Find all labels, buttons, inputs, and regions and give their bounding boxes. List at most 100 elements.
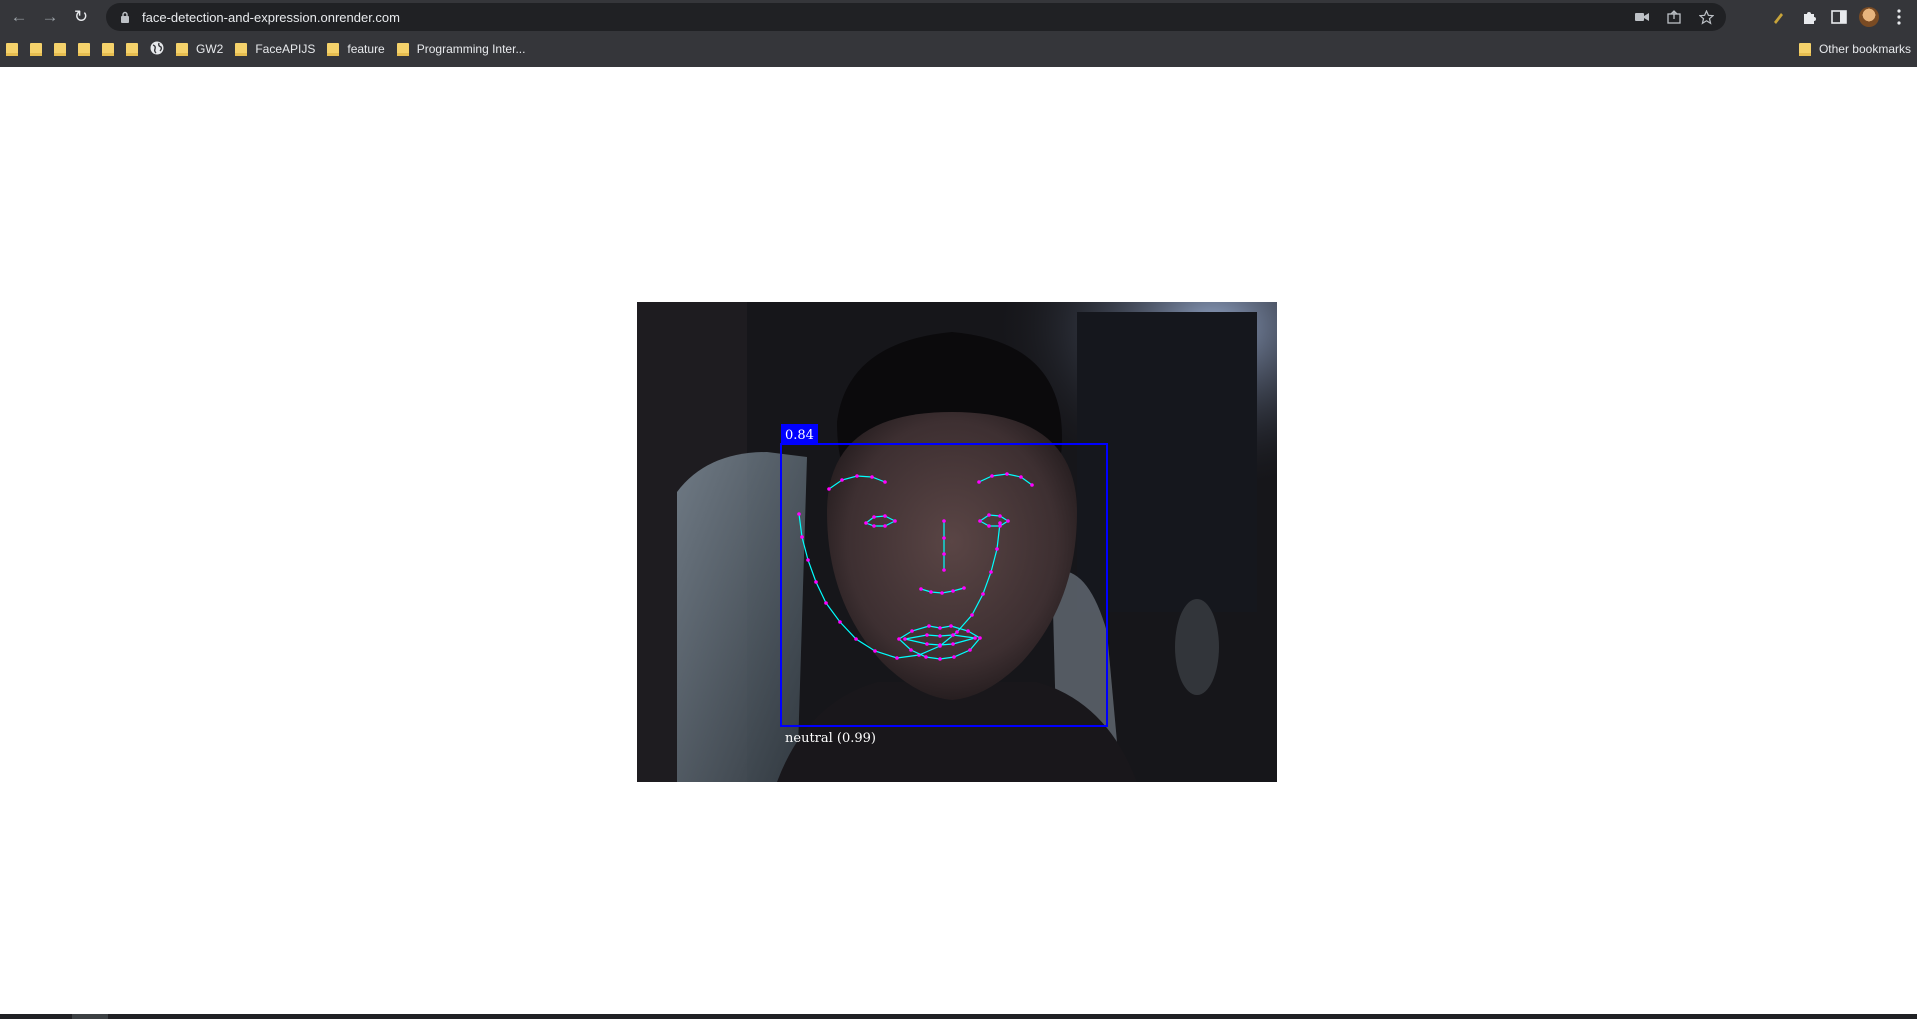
landmark-point xyxy=(987,513,991,517)
landmark-point xyxy=(1030,483,1034,487)
bookmark-label: feature xyxy=(347,42,385,56)
landmark-point xyxy=(987,524,991,528)
webcam-video: 0.84 neutral (0.99) xyxy=(637,302,1277,782)
address-bar[interactable]: face-detection-and-expression.onrender.c… xyxy=(106,3,1726,31)
landmark-point xyxy=(942,552,946,556)
bookmark-label: Programming Inter... xyxy=(416,42,526,56)
landmark-point xyxy=(797,512,801,516)
landmark-point xyxy=(978,636,982,640)
folder-icon xyxy=(78,42,90,56)
landmark-point xyxy=(981,592,985,596)
landmark-point xyxy=(970,613,974,617)
bookmark-folder[interactable] xyxy=(24,37,48,61)
reload-button[interactable]: ↻ xyxy=(69,5,93,29)
bookmark-gw2[interactable]: GW2 xyxy=(170,37,229,61)
bookmark-label: GW2 xyxy=(196,42,224,56)
landmark-point xyxy=(1005,472,1009,476)
landmark-point xyxy=(897,637,901,641)
landmark-point xyxy=(998,524,1002,528)
folder-icon xyxy=(235,42,248,56)
landmark-point xyxy=(938,634,942,638)
folder-icon xyxy=(30,42,42,56)
folder-icon xyxy=(176,42,188,56)
star-icon[interactable] xyxy=(1696,7,1716,27)
puzzle-icon[interactable] xyxy=(1799,7,1819,27)
bookmarks-bar: GW2 FaceAPIJS feature Programming Inter.… xyxy=(0,37,1917,61)
bookmark-faceapijs[interactable]: FaceAPIJS xyxy=(229,37,321,61)
detection-canvas: 0.84 neutral (0.99) xyxy=(637,302,1277,782)
fan-object xyxy=(1175,599,1219,695)
forward-button[interactable]: → xyxy=(38,5,62,29)
landmark-point xyxy=(903,637,907,641)
bookmark-folder[interactable] xyxy=(120,37,144,61)
menu-dots-icon[interactable] xyxy=(1889,7,1909,27)
bookmark-folder[interactable] xyxy=(0,37,24,61)
landmark-point xyxy=(973,636,977,640)
landmark-point xyxy=(942,568,946,572)
landmark-point xyxy=(893,519,897,523)
folder-icon xyxy=(396,42,409,56)
landmark-point xyxy=(870,475,874,479)
folder-icon xyxy=(1798,42,1811,56)
camera-icon[interactable] xyxy=(1632,7,1652,27)
landmark-point xyxy=(951,633,955,637)
bookmark-label: FaceAPIJS xyxy=(255,42,316,56)
other-bookmarks-label: Other bookmarks xyxy=(1818,42,1911,56)
landmark-point xyxy=(949,624,953,628)
bookmark-programming[interactable]: Programming Inter... xyxy=(391,37,532,61)
bookmark-site[interactable] xyxy=(144,37,170,61)
landmark-point xyxy=(873,649,877,653)
bookmark-folder[interactable] xyxy=(96,37,120,61)
folder-icon xyxy=(327,42,340,56)
other-bookmarks[interactable]: Other bookmarks xyxy=(1793,37,1917,61)
landmark-point xyxy=(940,591,944,595)
bookmark-folder[interactable] xyxy=(72,37,96,61)
taskbar-strip xyxy=(0,1014,1917,1019)
folder-icon xyxy=(102,42,114,56)
browser-toolbar: ← → ↻ face-detection-and-expression.onre… xyxy=(0,0,1917,34)
extension-pen-icon[interactable] xyxy=(1769,7,1789,27)
landmark-point xyxy=(910,629,914,633)
landmark-point xyxy=(929,590,933,594)
side-panel-icon[interactable] xyxy=(1829,7,1849,27)
landmark-point xyxy=(855,474,859,478)
arrow-left-icon: ← xyxy=(10,7,28,26)
landmark-point xyxy=(942,519,946,523)
landmark-point xyxy=(952,655,956,659)
landmark-point xyxy=(978,519,982,523)
profile-avatar[interactable] xyxy=(1859,7,1879,27)
landmark-point xyxy=(925,633,929,637)
landmark-point xyxy=(924,655,928,659)
landmark-point xyxy=(800,535,804,539)
landmark-point xyxy=(883,524,887,528)
landmark-point xyxy=(827,487,831,491)
landmark-point xyxy=(883,480,887,484)
landmark-point xyxy=(806,558,810,562)
landmark-point xyxy=(824,601,828,605)
reload-icon: ↻ xyxy=(73,7,89,26)
landmark-point xyxy=(938,657,942,661)
door-frame xyxy=(1077,312,1257,612)
landmark-point xyxy=(895,656,899,660)
bookmark-folder[interactable] xyxy=(48,37,72,61)
landmark-point xyxy=(977,480,981,484)
landmark-point xyxy=(955,630,959,634)
back-button[interactable]: ← xyxy=(7,5,31,29)
bookmark-feature[interactable]: feature xyxy=(321,37,390,61)
landmark-point xyxy=(989,570,993,574)
landmark-point xyxy=(872,524,876,528)
globe-icon xyxy=(150,41,164,58)
landmark-point xyxy=(990,474,994,478)
landmark-point xyxy=(995,547,999,551)
share-icon[interactable] xyxy=(1664,7,1684,27)
landmark-point xyxy=(840,478,844,482)
landmark-point xyxy=(998,514,1002,518)
landmark-point xyxy=(962,586,966,590)
landmark-point xyxy=(938,643,942,647)
landmark-point xyxy=(951,589,955,593)
landmark-point xyxy=(927,624,931,628)
landmark-point xyxy=(883,514,887,518)
expression-label: neutral (0.99) xyxy=(785,731,876,746)
landmark-point xyxy=(909,648,913,652)
landmark-point xyxy=(838,620,842,624)
